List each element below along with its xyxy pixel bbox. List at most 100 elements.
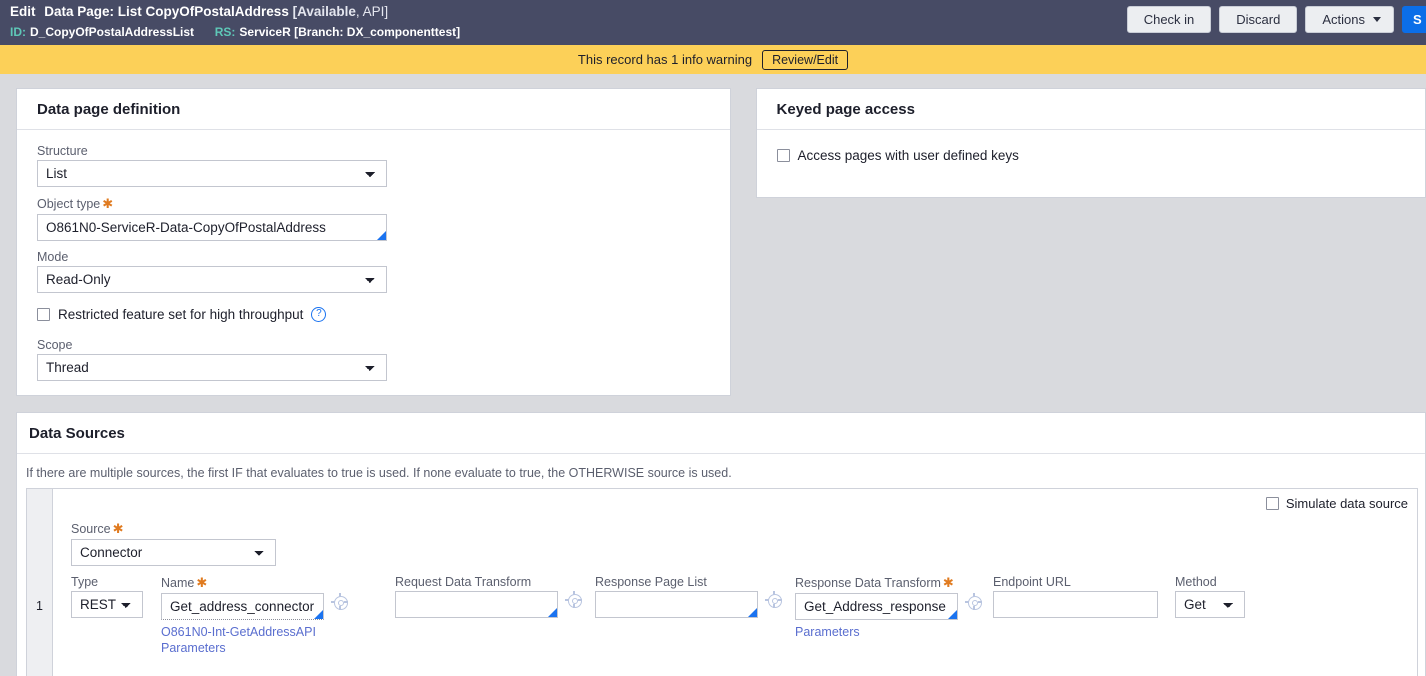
header-id-key: ID:	[10, 25, 26, 39]
top-panels-row: Data page definition Structure List Obje…	[0, 88, 1426, 396]
actions-menu-button[interactable]: Actions	[1305, 6, 1394, 33]
object-type-field: Object type✱	[37, 196, 710, 241]
class-label: API	[363, 4, 385, 19]
required-indicator-icon: ✱	[196, 575, 207, 590]
response-page-list-group	[595, 591, 795, 618]
object-type-label: Object type✱	[37, 196, 710, 212]
source-select[interactable]: Connector	[71, 539, 276, 566]
structure-control: List	[37, 160, 387, 187]
endpoint-url-control	[993, 591, 1158, 618]
data-sources-panel: Data Sources If there are multiple sourc…	[16, 412, 1426, 676]
name-parameters-link[interactable]: Parameters	[161, 640, 326, 656]
type-label: Type	[71, 575, 161, 589]
response-page-list-label: Response Page List	[595, 575, 795, 589]
structure-field: Structure List	[37, 144, 710, 187]
simulate-data-source-checkbox[interactable]	[1266, 497, 1279, 510]
request-data-transform-field: Request Data Transform	[395, 575, 595, 618]
scope-control: Thread	[37, 354, 387, 381]
header-actions: Check in Discard Actions S	[1127, 6, 1426, 33]
name-label: Name✱	[161, 575, 395, 591]
method-select[interactable]: Get	[1175, 591, 1245, 618]
request-data-transform-label: Request Data Transform	[395, 575, 595, 589]
scope-select[interactable]: Thread	[37, 354, 387, 381]
open-target-icon[interactable]	[565, 591, 582, 608]
access-keys-checkbox[interactable]	[777, 149, 790, 162]
request-data-transform-control	[395, 591, 558, 618]
actions-menu-label: Actions	[1322, 12, 1365, 27]
name-input[interactable]	[161, 593, 324, 620]
request-data-transform-input[interactable]	[395, 591, 558, 618]
mode-field: Mode Read-Only	[37, 250, 710, 293]
header-rs-key: RS:	[215, 25, 236, 39]
source-label: Source✱	[71, 521, 1417, 537]
help-icon[interactable]: ?	[311, 307, 326, 322]
open-target-icon[interactable]	[331, 593, 348, 610]
response-data-transform-control	[795, 593, 958, 620]
restricted-feature-row: Restricted feature set for high throughp…	[37, 307, 710, 322]
name-field: Name✱ O861N0-Int-GetAdd	[161, 575, 395, 656]
table-row: Source✱ Connector Type REST	[53, 489, 1417, 676]
header-rs-value: ServiceR [Branch: DX_componenttest]	[239, 25, 460, 39]
discard-button[interactable]: Discard	[1219, 6, 1297, 33]
data-page-definition-body: Structure List Object type✱	[17, 130, 730, 381]
source-field: Source✱ Connector	[71, 521, 1417, 566]
structure-select[interactable]: List	[37, 160, 387, 187]
response-parameters-link[interactable]: Parameters	[795, 624, 960, 640]
request-data-transform-group	[395, 591, 595, 618]
mode-select[interactable]: Read-Only	[37, 266, 387, 293]
response-data-transform-field: Response Data Transform✱	[795, 575, 993, 640]
access-keys-label: Access pages with user defined keys	[798, 148, 1019, 163]
restricted-feature-label: Restricted feature set for high throughp…	[58, 307, 303, 322]
object-type-input[interactable]	[37, 214, 387, 241]
status-badge: Available	[297, 4, 356, 19]
header-action-label: Edit	[10, 4, 36, 19]
method-field: Method Get	[1175, 575, 1245, 618]
method-label: Method	[1175, 575, 1245, 589]
restricted-feature-checkbox[interactable]	[37, 308, 50, 321]
endpoint-url-input[interactable]	[993, 591, 1158, 618]
scope-label: Scope	[37, 338, 710, 352]
mode-control: Read-Only	[37, 266, 387, 293]
connector-rule-link[interactable]: O861N0-Int-GetAddressAPI	[161, 624, 326, 640]
name-sub-links: O861N0-Int-GetAddressAPI Parameters	[161, 624, 326, 656]
response-page-list-field: Response Page List	[595, 575, 795, 618]
scope-field: Scope Thread	[37, 338, 710, 381]
endpoint-url-field: Endpoint URL	[993, 575, 1175, 618]
keyed-page-access-panel: Keyed page access Access pages with user…	[756, 88, 1426, 198]
source-label-text: Source	[71, 522, 111, 536]
response-data-transform-input[interactable]	[795, 593, 958, 620]
name-control	[161, 593, 324, 620]
source-control: Connector	[71, 539, 276, 566]
open-target-icon[interactable]	[765, 591, 782, 608]
response-page-list-input[interactable]	[595, 591, 758, 618]
response-data-transform-sub-links: Parameters	[795, 624, 960, 640]
review-edit-button[interactable]: Review/Edit	[762, 50, 848, 70]
save-button[interactable]: S	[1402, 6, 1426, 33]
data-sources-table: Simulate data source 1 Source✱ Connector	[26, 488, 1418, 676]
required-indicator-icon: ✱	[102, 196, 113, 211]
name-label-text: Name	[161, 576, 194, 590]
simulate-data-source-row: Simulate data source	[1266, 496, 1408, 511]
chevron-down-icon	[1373, 17, 1381, 22]
status-comma: ,	[356, 4, 360, 19]
object-type-control	[37, 214, 387, 241]
required-indicator-icon: ✱	[943, 575, 954, 590]
data-source-fields-row: Type REST Name✱	[71, 575, 1417, 656]
warning-message: This record has 1 info warning	[578, 52, 752, 67]
page-content: Data page definition Structure List Obje…	[0, 74, 1426, 676]
keyed-page-access-title: Keyed page access	[757, 89, 1425, 130]
endpoint-url-label: Endpoint URL	[993, 575, 1175, 589]
page-title: Data Page: List CopyOfPostalAddress	[44, 4, 289, 19]
data-sources-title: Data Sources	[17, 413, 1425, 454]
data-page-definition-title: Data page definition	[17, 89, 730, 130]
status-bracket-close: ]	[384, 4, 388, 19]
check-in-button[interactable]: Check in	[1127, 6, 1212, 33]
type-select[interactable]: REST	[71, 591, 143, 618]
table-row-number-column: 1	[27, 489, 53, 676]
data-sources-note: If there are multiple sources, the first…	[17, 454, 1425, 488]
table-row-number: 1	[27, 599, 52, 613]
type-control: REST	[71, 591, 143, 618]
data-page-definition-panel: Data page definition Structure List Obje…	[16, 88, 731, 396]
open-target-icon[interactable]	[965, 593, 982, 610]
access-keys-row: Access pages with user defined keys	[777, 148, 1405, 163]
